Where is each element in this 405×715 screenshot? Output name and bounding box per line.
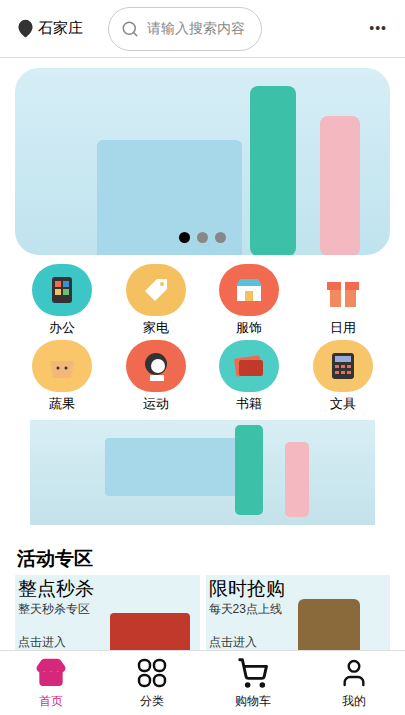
category-icon [219, 264, 279, 316]
category-icon [32, 264, 92, 316]
category-icon [313, 340, 373, 392]
category-icon [219, 340, 279, 392]
user-icon [338, 657, 370, 689]
tab-item[interactable]: 首页 [0, 651, 101, 715]
category-item[interactable]: 办公 [15, 264, 109, 340]
pin-icon [16, 19, 35, 38]
category-item[interactable]: 书籍 [203, 340, 297, 416]
category-item[interactable]: 运动 [109, 340, 203, 416]
category-item[interactable]: 家电 [109, 264, 203, 340]
category-icon [126, 264, 186, 316]
home-store-icon [35, 657, 67, 689]
category-item[interactable]: 文具 [296, 340, 390, 416]
section-title: 活动专区 [0, 525, 405, 573]
activity-card[interactable]: 整点秒杀整天秒杀专区点击进入 [15, 575, 200, 650]
category-icon [32, 340, 92, 392]
category-item[interactable]: 服饰 [203, 264, 297, 340]
activity-card[interactable]: 限时抢购每天23点上线点击进入 [206, 575, 391, 650]
promo-banner[interactable] [30, 420, 375, 525]
more-button[interactable]: ••• [369, 18, 387, 39]
content: 石家庄请输入搜索内容 ••• 办公家电服饰日用蔬果运动书籍文具活动专区整点秒杀整天秒… [0, 0, 405, 650]
category-grid: 办公家电服饰日用蔬果运动书籍文具 [0, 264, 405, 416]
category-grid-icon [136, 657, 168, 689]
category-item[interactable]: 蔬果 [15, 340, 109, 416]
search-icon [121, 20, 139, 38]
tab-item[interactable]: 购物车 [203, 651, 304, 715]
carousel-dots [15, 232, 390, 243]
category-icon [126, 340, 186, 392]
tab-item[interactable]: 我的 [304, 651, 405, 715]
category-item[interactable]: 日用 [296, 264, 390, 340]
carousel-dot[interactable] [215, 232, 226, 243]
cart-icon [237, 657, 269, 689]
tab-bar: 首页分类购物车我的 [0, 650, 405, 715]
banner[interactable] [15, 68, 390, 255]
carousel-dot[interactable] [179, 232, 190, 243]
carousel-dot[interactable] [197, 232, 208, 243]
location[interactable]: 石家庄 [16, 17, 108, 40]
tab-item[interactable]: 分类 [101, 651, 202, 715]
header: 石家庄请输入搜索内容 ••• [0, 0, 405, 58]
category-icon [313, 264, 373, 316]
activity-cards: 整点秒杀整天秒杀专区点击进入限时抢购每天23点上线点击进入 [0, 575, 405, 650]
search-box[interactable]: 请输入搜索内容 [108, 7, 262, 51]
app: 石家庄请输入搜索内容 ••• 办公家电服饰日用蔬果运动书籍文具活动专区整点秒杀整天秒… [0, 0, 405, 715]
